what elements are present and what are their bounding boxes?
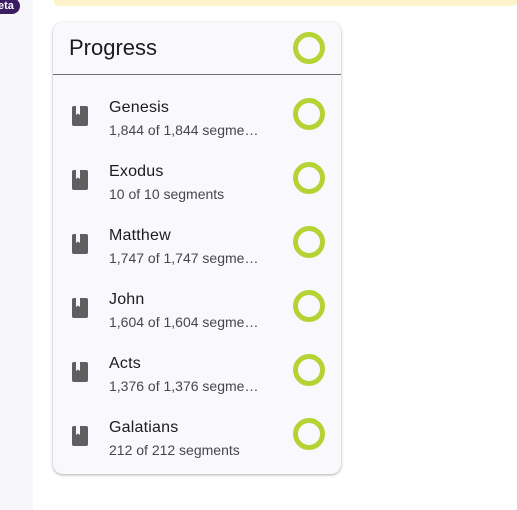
- item-subtitle: 1,376 of 1,376 segments: [109, 378, 261, 394]
- book-icon: [72, 170, 88, 190]
- item-title: Acts: [109, 355, 141, 372]
- progress-ring-icon: [293, 98, 325, 130]
- list-item-exodus[interactable]: Exodus 10 of 10 segments: [53, 150, 341, 214]
- list-item-galatians[interactable]: Galatians 212 of 212 segments: [53, 406, 341, 470]
- book-icon: [72, 298, 88, 318]
- item-subtitle: 1,747 of 1,747 segments: [109, 250, 261, 266]
- item-title: Matthew: [109, 227, 171, 244]
- item-title: Galatians: [109, 419, 179, 436]
- beta-badge: eta: [0, 0, 20, 14]
- item-subtitle: 212 of 212 segments: [109, 442, 240, 458]
- progress-card: Progress Genesis 1,844 of 1,844 segments…: [53, 22, 341, 474]
- item-subtitle: 1,844 of 1,844 segments: [109, 122, 261, 138]
- item-title: Genesis: [109, 99, 170, 116]
- item-title: Exodus: [109, 163, 164, 180]
- book-icon: [72, 426, 88, 446]
- progress-ring-icon: [293, 418, 325, 450]
- card-header: Progress: [53, 22, 341, 75]
- book-icon: [72, 106, 88, 126]
- progress-ring-icon: [293, 354, 325, 386]
- card-title: Progress: [69, 35, 158, 60]
- item-subtitle: 10 of 10 segments: [109, 186, 225, 202]
- progress-ring-icon: [293, 290, 325, 322]
- item-subtitle: 1,604 of 1,604 segments: [109, 314, 261, 330]
- item-title: John: [109, 291, 145, 308]
- book-icon: [72, 362, 88, 382]
- page: eta Progress Genesis 1,844 of 1,844 segm…: [0, 0, 517, 510]
- book-list: Genesis 1,844 of 1,844 segments Exodus 1…: [53, 75, 341, 470]
- list-item-john[interactable]: John 1,604 of 1,604 segments: [53, 278, 341, 342]
- progress-ring-icon: [293, 162, 325, 194]
- overall-progress-ring-icon: [293, 32, 325, 64]
- book-icon: [72, 234, 88, 254]
- list-item-acts[interactable]: Acts 1,376 of 1,376 segments: [53, 342, 341, 406]
- list-item-matthew[interactable]: Matthew 1,747 of 1,747 segments: [53, 214, 341, 278]
- progress-ring-icon: [293, 226, 325, 258]
- warning-banner: [54, 0, 517, 6]
- left-rail: eta: [0, 0, 33, 510]
- list-item-genesis[interactable]: Genesis 1,844 of 1,844 segments: [53, 86, 341, 150]
